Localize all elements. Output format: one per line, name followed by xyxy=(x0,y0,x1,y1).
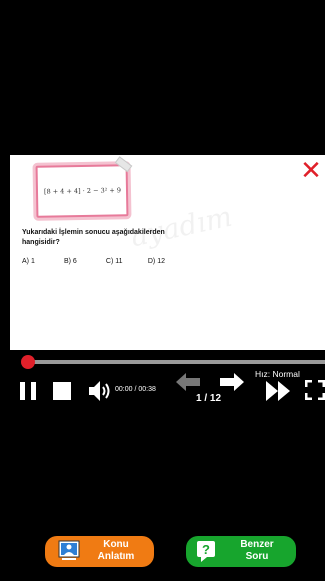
formula-text: [8 + 4 + 4] · 2 − 3² + 9 xyxy=(43,186,122,196)
progress-knob[interactable] xyxy=(21,355,35,369)
question-slide: ayadım ✕ [8 + 4 + 4] · 2 − 3² + 9 Yukarı… xyxy=(10,155,325,350)
speed-label[interactable]: Hız: Normal xyxy=(255,369,300,379)
benzer-label: Benzer Soru xyxy=(240,539,274,562)
konu-anlatim-button[interactable]: Konu Anlatım xyxy=(45,536,154,567)
option-a[interactable]: A) 1 xyxy=(22,258,62,265)
formula-card: [8 + 4 + 4] · 2 − 3² + 9 xyxy=(35,156,133,218)
option-b[interactable]: B) 6 xyxy=(64,258,104,265)
stop-icon[interactable] xyxy=(53,382,71,400)
question-mark-icon: ? xyxy=(196,540,216,562)
arrow-right-icon[interactable] xyxy=(220,373,244,396)
fast-forward-icon[interactable] xyxy=(266,381,292,406)
question-text: Yukarıdaki İşlemin sonucu aşağıdakilerde… xyxy=(22,229,165,246)
fullscreen-icon[interactable] xyxy=(304,379,325,405)
svg-text:?: ? xyxy=(202,542,210,557)
answer-options: A) 1 B) 6 C) 11 D) 12 xyxy=(22,258,188,265)
speaker-icon[interactable] xyxy=(88,380,112,402)
page-indicator: 1 / 12 xyxy=(196,393,222,404)
teacher-board-icon xyxy=(58,540,80,562)
pause-icon[interactable] xyxy=(20,382,36,400)
time-display: 00:00 / 00:38 xyxy=(115,386,156,393)
progress-track[interactable] xyxy=(22,360,325,364)
option-c[interactable]: C) 11 xyxy=(106,258,146,265)
pin-icon xyxy=(114,156,133,173)
close-icon[interactable]: ✕ xyxy=(300,158,322,184)
option-d[interactable]: D) 12 xyxy=(148,258,188,265)
benzer-soru-button[interactable]: ? Benzer Soru xyxy=(186,536,296,567)
konu-label: Konu Anlatım xyxy=(97,539,135,562)
